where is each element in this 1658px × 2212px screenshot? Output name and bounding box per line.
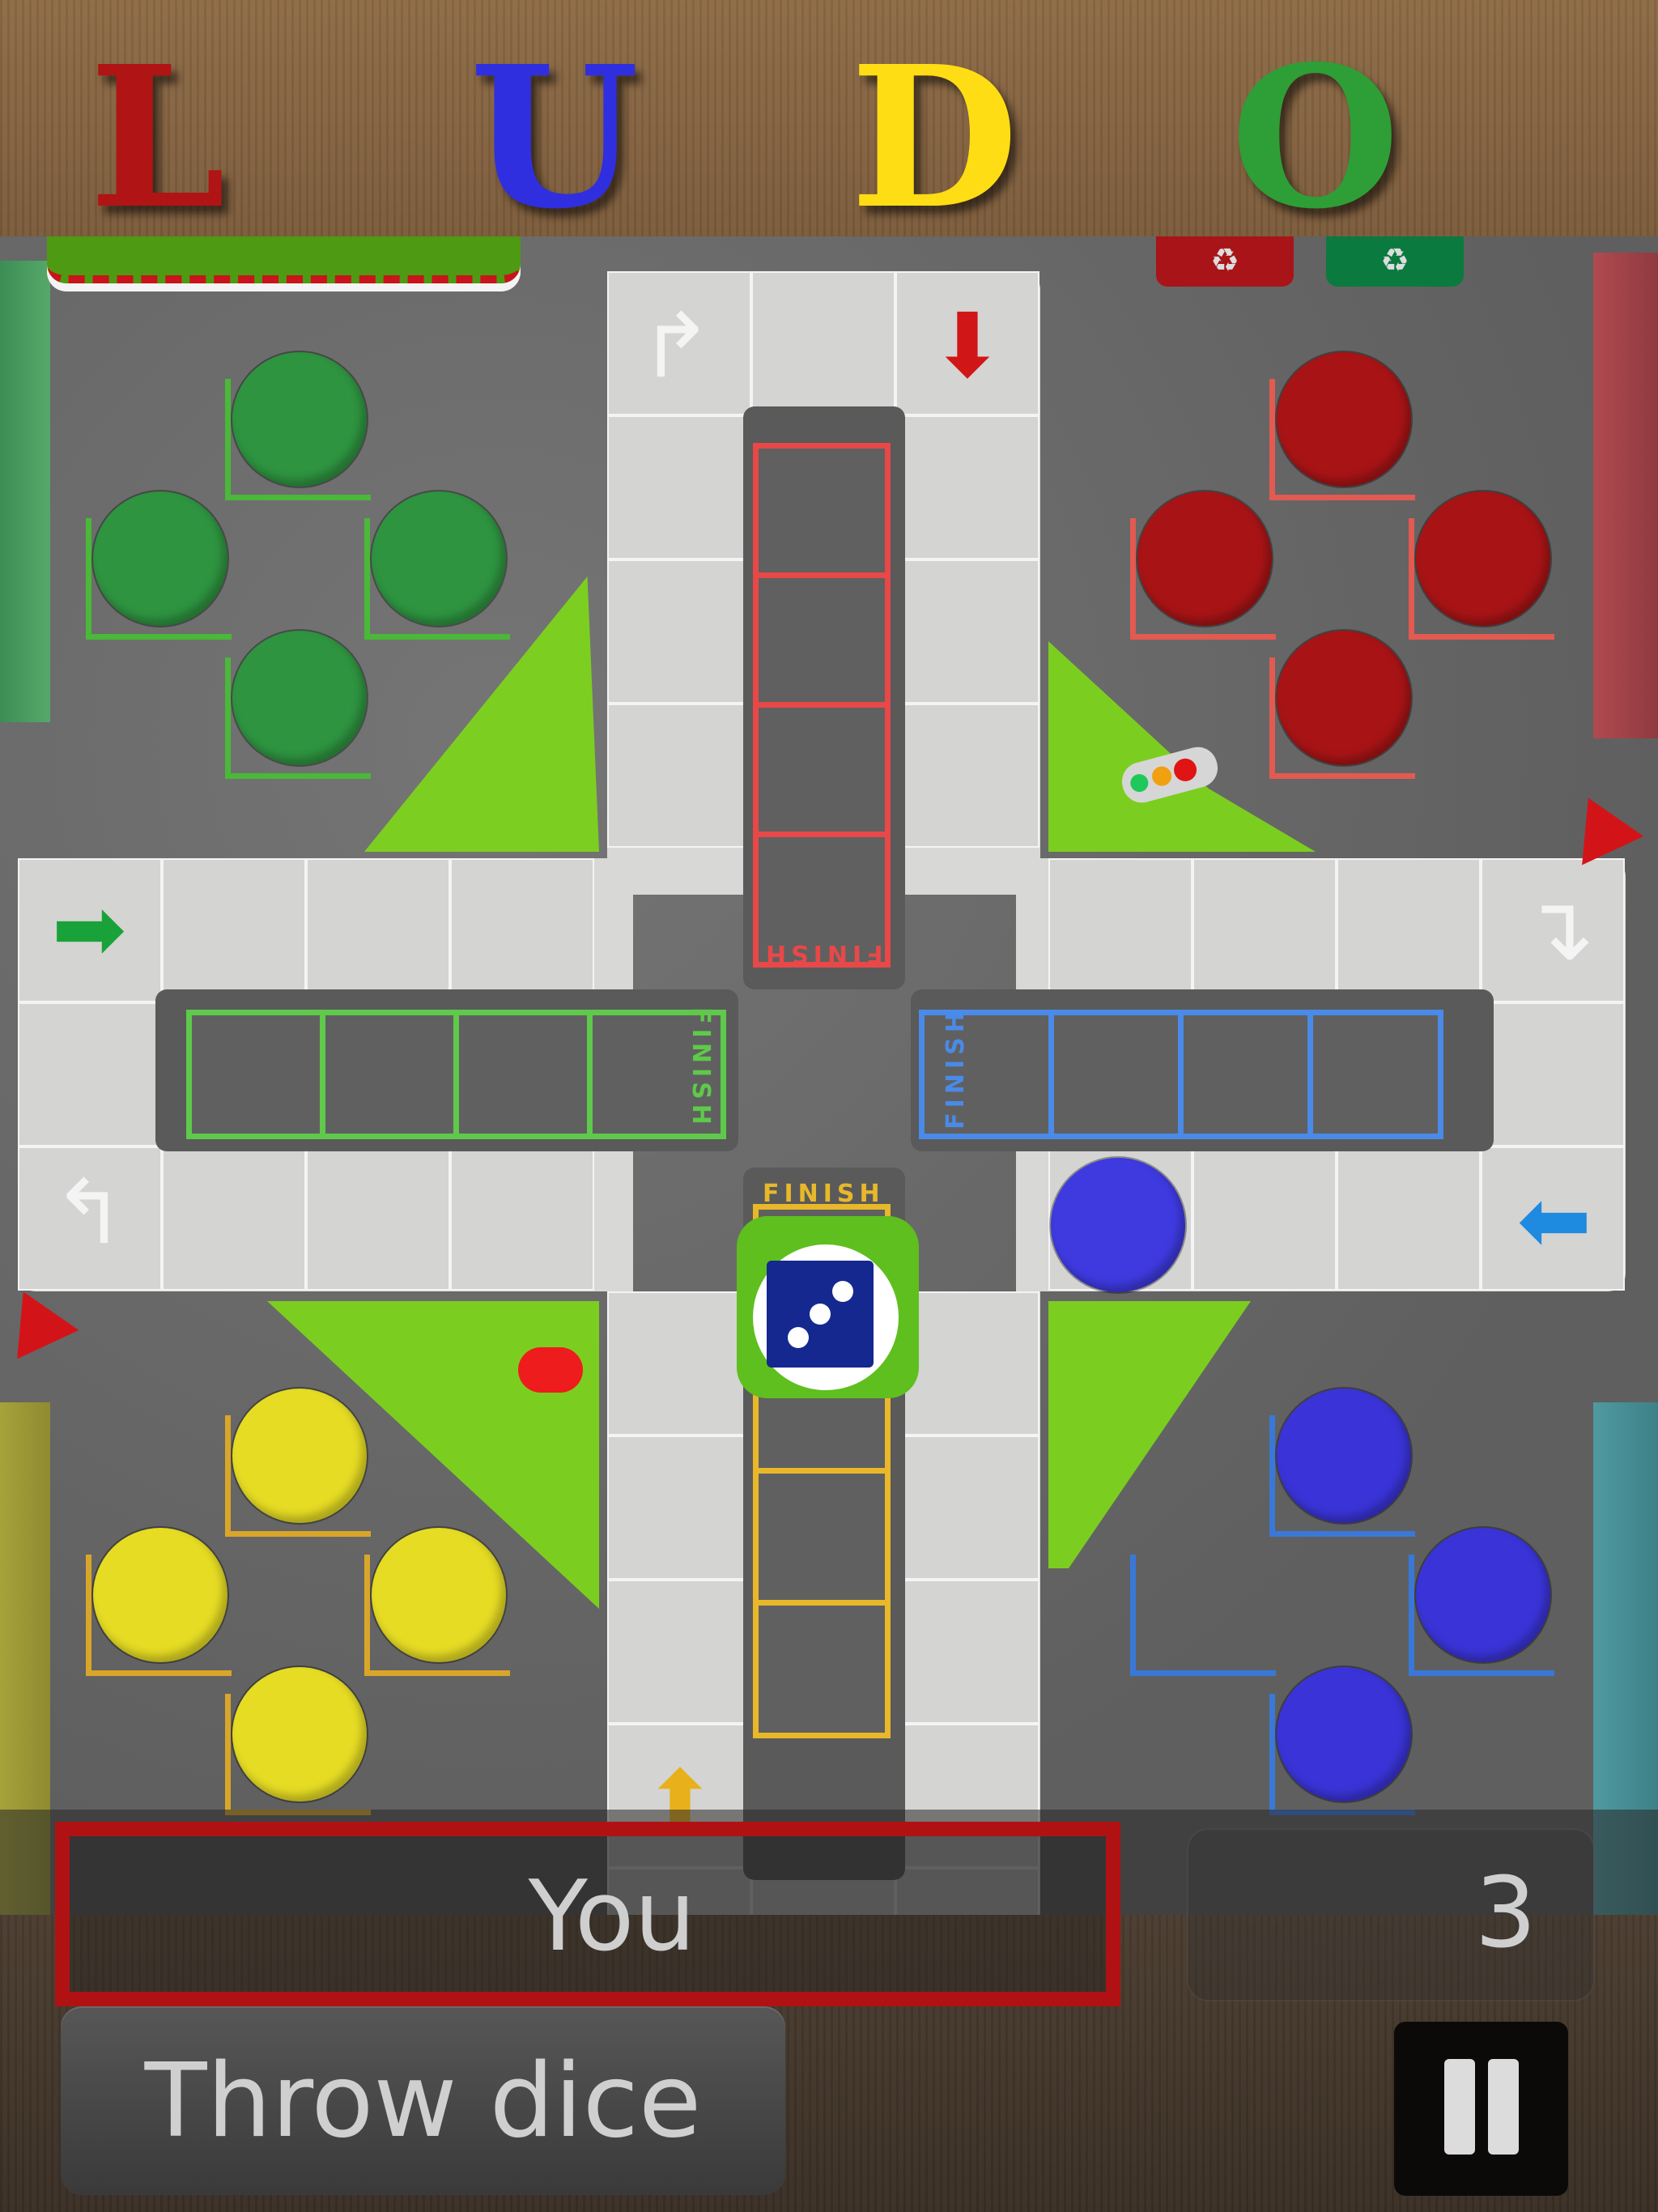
logo-letter-d: D bbox=[850, 23, 1019, 252]
blue-home-cell bbox=[1307, 1010, 1443, 1139]
yellow-finish-label: FINISH bbox=[763, 1180, 885, 1208]
track-tile bbox=[895, 415, 1039, 559]
track-tile bbox=[607, 1580, 751, 1724]
red-light bbox=[1171, 755, 1200, 785]
yellow-token[interactable] bbox=[372, 1528, 506, 1662]
amber-light bbox=[1150, 764, 1174, 789]
track-tile bbox=[895, 1580, 1039, 1724]
blue-home-cell bbox=[1048, 1010, 1184, 1139]
pause-button[interactable] bbox=[1394, 2022, 1568, 2196]
blue-token[interactable] bbox=[1416, 1528, 1550, 1662]
ludo-logo: L U D O bbox=[89, 23, 1611, 252]
blue-token[interactable] bbox=[1277, 1667, 1411, 1802]
red-pin-icon bbox=[518, 1347, 583, 1393]
track-tile bbox=[1048, 858, 1192, 1002]
track-tile bbox=[607, 1436, 751, 1580]
green-token[interactable] bbox=[232, 352, 367, 487]
green-token[interactable] bbox=[232, 631, 367, 765]
red-home-cell bbox=[753, 443, 891, 579]
recycle-icon: ♻ bbox=[1210, 242, 1239, 279]
red-home-cell bbox=[753, 702, 891, 838]
blue-base-slot bbox=[1130, 1555, 1276, 1676]
dice-pip bbox=[788, 1327, 809, 1348]
current-player-name: You bbox=[528, 1861, 696, 1973]
turn-arrow-icon: ↴ bbox=[1520, 877, 1596, 981]
red-building bbox=[1593, 253, 1658, 738]
throw-dice-label: Throw dice bbox=[144, 2041, 702, 2160]
track-tile bbox=[895, 704, 1039, 848]
yellow-home-cell bbox=[753, 1468, 891, 1606]
red-token[interactable] bbox=[1137, 491, 1272, 626]
track-tile bbox=[162, 1146, 306, 1291]
dice-value-panel: 3 bbox=[1187, 1828, 1595, 2001]
red-token[interactable] bbox=[1416, 491, 1550, 626]
track-tile bbox=[1337, 1146, 1481, 1291]
track-tile bbox=[607, 415, 751, 559]
blue-finish-label: FINISH bbox=[941, 1007, 970, 1129]
green-token[interactable] bbox=[372, 491, 506, 626]
dice-value-text: 3 bbox=[1474, 1857, 1537, 1970]
track-tile bbox=[607, 704, 751, 848]
red-home-cell bbox=[753, 572, 891, 708]
yellow-token[interactable] bbox=[93, 1528, 227, 1662]
track-tile bbox=[607, 559, 751, 704]
red-token[interactable] bbox=[1277, 352, 1411, 487]
track-tile bbox=[895, 559, 1039, 704]
dice-face-3[interactable] bbox=[767, 1261, 874, 1368]
track-tile bbox=[1481, 1002, 1625, 1146]
green-recycle-bin: ♻ bbox=[1326, 236, 1464, 287]
track-tile bbox=[607, 1291, 751, 1436]
red-finish-label: FINISH bbox=[761, 939, 883, 968]
track-tile bbox=[306, 1146, 450, 1291]
turn-arrow-icon: ↱ bbox=[638, 294, 714, 398]
red-start-arrow-icon: ⬇ bbox=[929, 294, 1005, 398]
green-home-cell bbox=[320, 1010, 459, 1139]
logo-letter-u: U bbox=[470, 23, 640, 252]
header-wood-banner: L U D O bbox=[0, 0, 1658, 236]
turn-arrow-icon: ↰ bbox=[51, 1160, 127, 1264]
blue-start-arrow-icon: ⬅ bbox=[1516, 1168, 1592, 1272]
logo-letter-o: O bbox=[1231, 23, 1401, 252]
green-start-arrow-icon: ➡ bbox=[51, 877, 127, 981]
track-tile bbox=[306, 858, 450, 1002]
blue-home-cell bbox=[1178, 1010, 1314, 1139]
dice-pip bbox=[832, 1281, 853, 1302]
green-home-cell bbox=[453, 1010, 593, 1139]
logo-letter-l: L bbox=[89, 23, 226, 252]
track-tile bbox=[1192, 1146, 1337, 1291]
green-home-cell bbox=[186, 1010, 325, 1139]
dice-pip bbox=[810, 1304, 831, 1325]
yellow-token[interactable] bbox=[232, 1389, 367, 1523]
green-finish-label: FINISH bbox=[686, 1007, 715, 1129]
throw-dice-button[interactable]: Throw dice bbox=[61, 2006, 785, 2195]
blue-home-cell bbox=[919, 1010, 1055, 1139]
track-tile bbox=[450, 1146, 594, 1291]
green-building bbox=[0, 261, 50, 722]
red-recycle-bin: ♻ bbox=[1156, 236, 1294, 287]
track-tile bbox=[751, 271, 895, 415]
green-parking-strip bbox=[47, 236, 521, 283]
yellow-token[interactable] bbox=[232, 1667, 367, 1802]
track-tile bbox=[1192, 858, 1337, 1002]
track-tile bbox=[162, 858, 306, 1002]
yellow-home-cell bbox=[753, 1600, 891, 1738]
track-tile bbox=[450, 858, 594, 1002]
blue-token[interactable] bbox=[1277, 1389, 1411, 1523]
track-tile bbox=[895, 1436, 1039, 1580]
green-light bbox=[1128, 772, 1150, 794]
game-board: ♻ ♻ FINISH FINISH FINISH FINISH ➡ ⬇ ⬅ ⬆ … bbox=[0, 236, 1658, 1915]
blue-token-on-track[interactable] bbox=[1051, 1158, 1185, 1292]
recycle-icon: ♻ bbox=[1380, 242, 1409, 279]
green-token[interactable] bbox=[93, 491, 227, 626]
track-tile bbox=[1337, 858, 1481, 1002]
track-tile bbox=[18, 1002, 162, 1146]
current-player-panel: You bbox=[55, 1822, 1120, 2006]
red-token[interactable] bbox=[1277, 631, 1411, 765]
